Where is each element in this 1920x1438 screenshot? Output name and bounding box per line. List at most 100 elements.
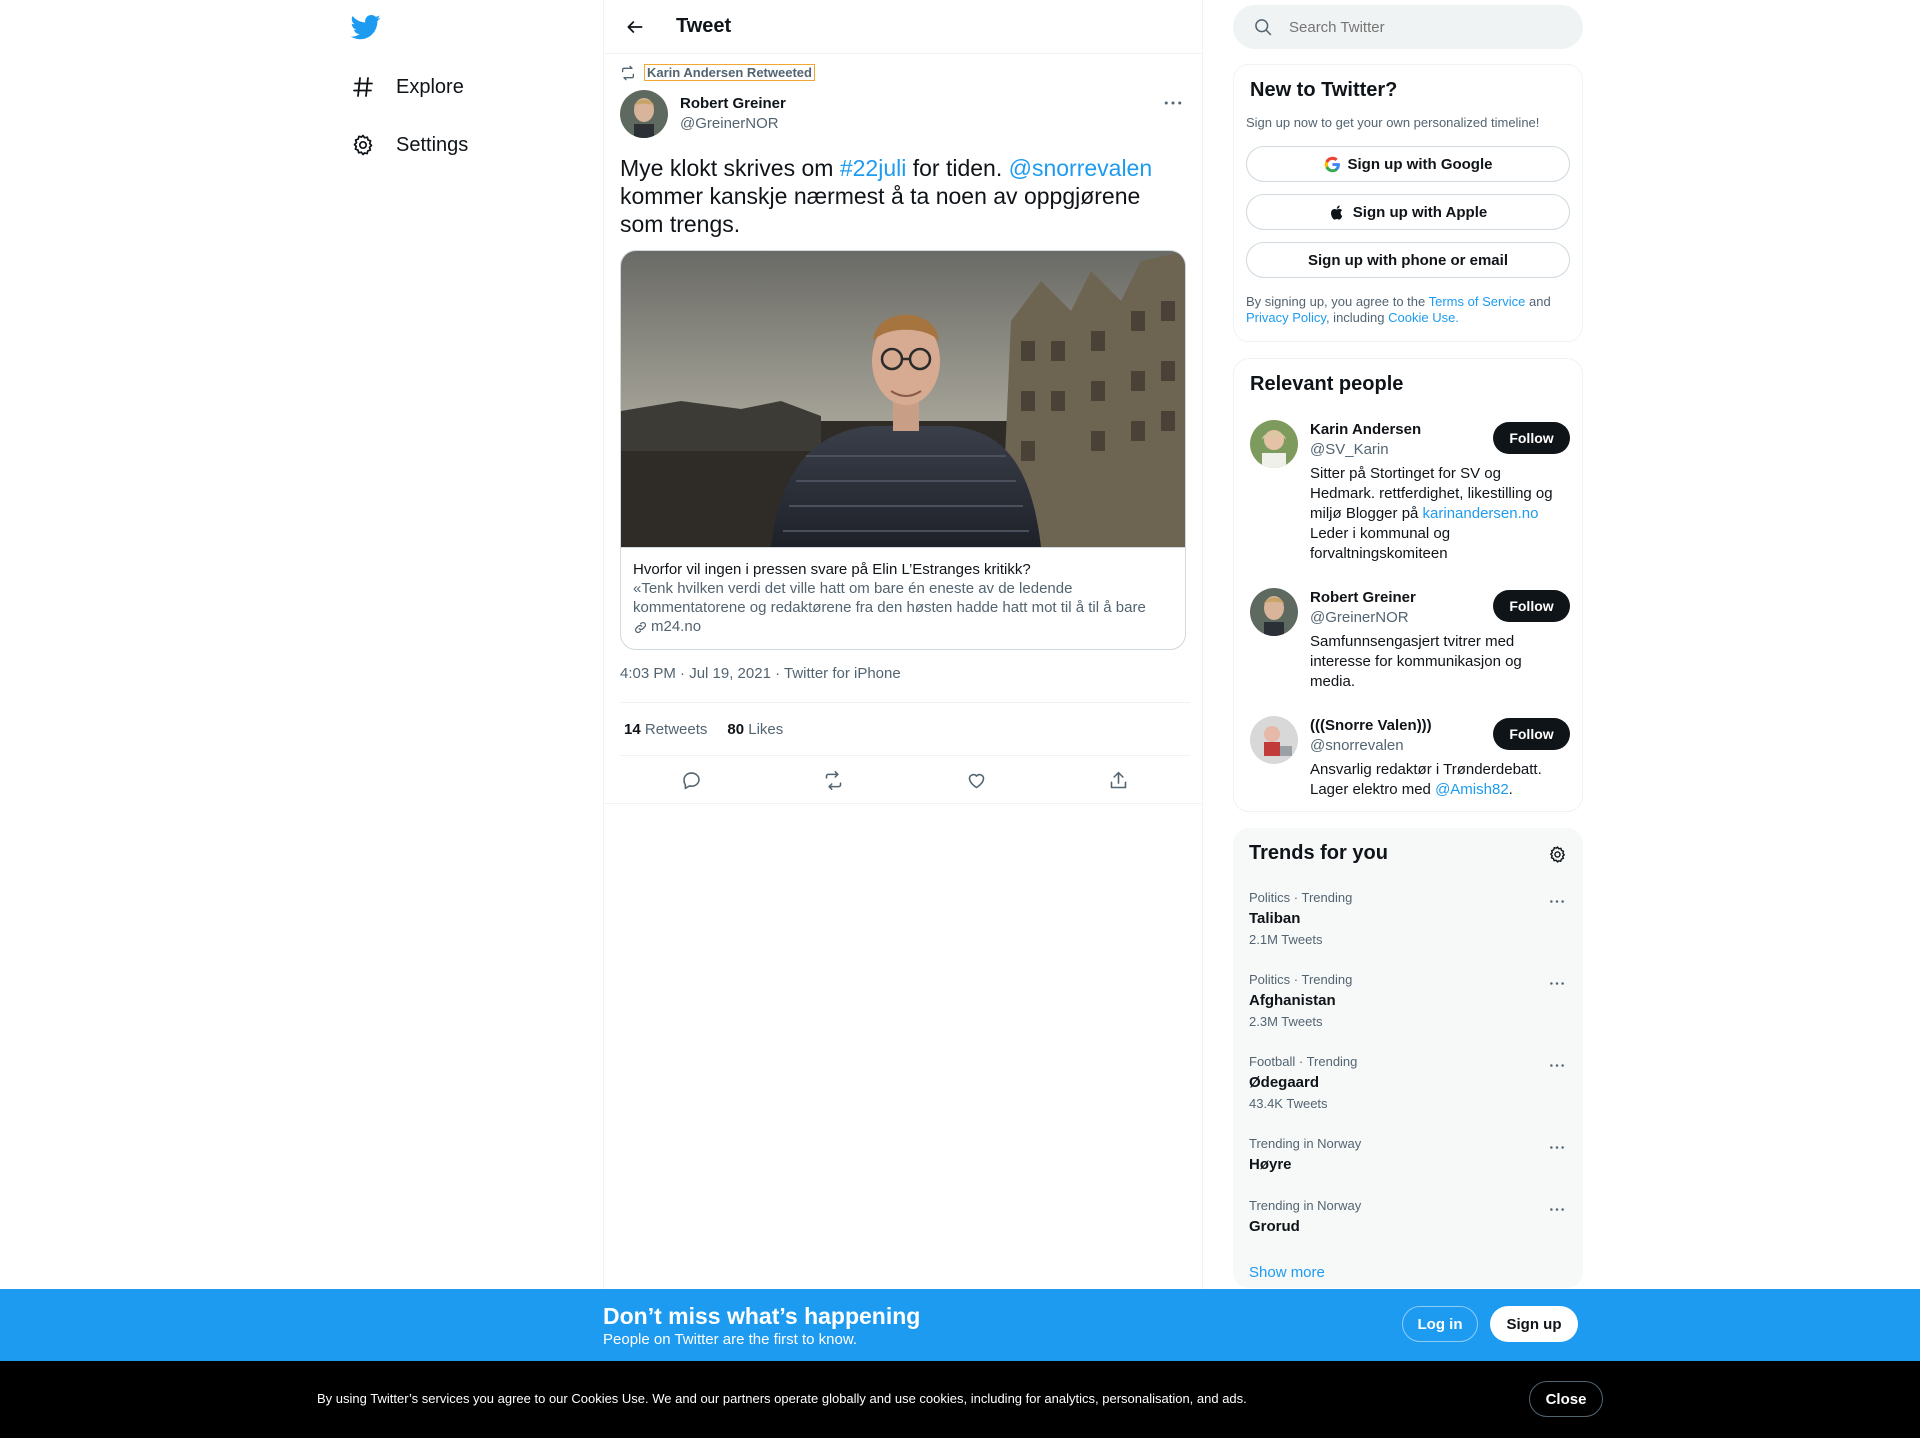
new-to-twitter-panel: New to Twitter? Sign up now to get your … bbox=[1233, 64, 1583, 342]
avatar[interactable] bbox=[620, 90, 668, 138]
trend-more-button[interactable] bbox=[1545, 1200, 1569, 1218]
follow-button[interactable]: Follow bbox=[1493, 718, 1570, 750]
show-more-link[interactable]: Show more bbox=[1249, 1264, 1325, 1281]
trend-more-button[interactable] bbox=[1545, 1056, 1569, 1074]
retweet-context: Karin Andersen Retweeted bbox=[620, 64, 815, 81]
reply-button[interactable] bbox=[674, 763, 708, 797]
follow-button[interactable]: Follow bbox=[1493, 422, 1570, 454]
signup-button[interactable]: Sign up bbox=[1490, 1306, 1578, 1342]
nav-explore[interactable]: Explore bbox=[350, 67, 464, 107]
tweet-author[interactable]: Robert Greiner @GreinerNOR bbox=[620, 90, 786, 138]
retweet-icon bbox=[622, 65, 634, 80]
tweet-text-part: Mye klokt skrives om bbox=[620, 155, 840, 181]
trends-settings-button[interactable] bbox=[1545, 842, 1569, 866]
terms-text: , including bbox=[1325, 310, 1389, 325]
login-banner-subtitle: People on Twitter are the first to know. bbox=[603, 1331, 858, 1348]
more-horizontal-icon bbox=[1550, 1145, 1564, 1149]
more-horizontal-icon bbox=[1164, 101, 1182, 105]
search-input[interactable] bbox=[1289, 18, 1549, 36]
cookie-close-button[interactable]: Close bbox=[1529, 1381, 1603, 1417]
trend-item[interactable]: Trending in Norway Grorud bbox=[1249, 1198, 1569, 1238]
back-button[interactable] bbox=[620, 12, 650, 42]
signup-google-button[interactable]: Sign up with Google bbox=[1246, 146, 1570, 182]
card-title: Hvorfor vil ingen i pressen svare på Eli… bbox=[633, 561, 1031, 578]
signup-phone-label: Sign up with phone or email bbox=[1307, 251, 1508, 269]
card-description: «Tenk hvilken verdi det ville hatt om ba… bbox=[633, 580, 1146, 616]
terms-of-service-link[interactable]: Terms of Service bbox=[1429, 294, 1526, 309]
login-button[interactable]: Log in bbox=[1402, 1306, 1478, 1342]
trends-title: Trends for you bbox=[1249, 842, 1388, 864]
signup-google-label: Sign up with Google bbox=[1347, 155, 1493, 173]
reply-icon bbox=[683, 771, 700, 789]
trend-context: Politics · Trending bbox=[1249, 890, 1353, 905]
avatar[interactable] bbox=[1250, 716, 1298, 764]
trend-item[interactable]: Politics · Trending Taliban 2.1M Tweets bbox=[1249, 890, 1569, 948]
privacy-policy-link[interactable]: Privacy Policy bbox=[1246, 310, 1326, 325]
main-column: Tweet Karin Andersen Retweeted Robert Gr… bbox=[603, 0, 1203, 1438]
signup-apple-button[interactable]: Sign up with Apple bbox=[1246, 194, 1570, 230]
more-horizontal-icon bbox=[1550, 899, 1564, 903]
hashtag-link[interactable]: #22juli bbox=[840, 155, 907, 181]
trend-name: Grorud bbox=[1249, 1218, 1300, 1235]
more-options-button[interactable] bbox=[1158, 92, 1188, 114]
trend-name: Ødegaard bbox=[1249, 1074, 1320, 1091]
trend-more-button[interactable] bbox=[1545, 892, 1569, 910]
trend-count: 43.4K Tweets bbox=[1249, 1096, 1328, 1111]
more-horizontal-icon bbox=[1550, 1063, 1564, 1067]
nav-settings[interactable]: Settings bbox=[350, 125, 468, 165]
trend-item[interactable]: Trending in Norway Høyre bbox=[1249, 1136, 1569, 1176]
link-card[interactable]: Hvorfor vil ingen i pressen svare på Eli… bbox=[620, 250, 1186, 650]
more-horizontal-icon bbox=[1550, 981, 1564, 985]
trend-item[interactable]: Football · Trending Ødegaard 43.4K Tweet… bbox=[1249, 1054, 1569, 1112]
tweet-actions bbox=[620, 756, 1190, 804]
person-bio: Ansvarlig redaktør i Trønderdebatt. Lage… bbox=[1310, 760, 1560, 800]
person-bio: Sitter på Stortinget for SV og Hedmark. … bbox=[1310, 464, 1560, 564]
heart-icon bbox=[968, 773, 985, 788]
terms-text: By signing up, you agree to the bbox=[1246, 294, 1429, 309]
bio-text: Leder i kommunal og forvaltningskomiteen bbox=[1310, 525, 1451, 562]
search-bar[interactable] bbox=[1233, 5, 1583, 49]
author-handle[interactable]: @GreinerNOR bbox=[680, 114, 786, 134]
mention-link[interactable]: @snorrevalen bbox=[1009, 155, 1153, 181]
likes-count: 80 bbox=[727, 720, 745, 738]
tweet-text: Mye klokt skrives om #22juli for tiden. … bbox=[620, 154, 1190, 238]
retweets-count: 14 bbox=[624, 720, 641, 738]
bio-link[interactable]: karinandersen.no bbox=[1423, 505, 1539, 522]
trend-item[interactable]: Politics · Trending Afghanistan 2.3M Twe… bbox=[1249, 972, 1569, 1030]
follow-button[interactable]: Follow bbox=[1493, 590, 1570, 622]
gear-icon bbox=[1549, 845, 1565, 863]
search-icon bbox=[1255, 19, 1272, 36]
apple-icon bbox=[1329, 203, 1347, 221]
bio-text: . bbox=[1508, 781, 1513, 798]
relevant-people-title: Relevant people bbox=[1250, 373, 1404, 395]
card-domain-text: m24.no bbox=[651, 618, 702, 635]
trend-context: Football · Trending bbox=[1249, 1054, 1358, 1069]
terms-text: and bbox=[1525, 294, 1551, 309]
author-name[interactable]: Robert Greiner bbox=[680, 94, 786, 114]
nav-explore-label: Explore bbox=[396, 75, 464, 98]
trend-more-button[interactable] bbox=[1545, 974, 1569, 992]
like-button[interactable] bbox=[959, 763, 993, 797]
trend-more-button[interactable] bbox=[1545, 1138, 1569, 1156]
page-title: Tweet bbox=[676, 15, 732, 37]
retweet-button[interactable] bbox=[817, 763, 851, 797]
cookie-use-link[interactable]: Cookie Use. bbox=[1388, 310, 1459, 325]
login-banner-title: Don’t miss what’s happening bbox=[603, 1303, 921, 1329]
share-button[interactable] bbox=[1102, 763, 1136, 797]
likes-stat[interactable]: 80 Likes bbox=[727, 721, 783, 738]
new-to-twitter-subtitle: Sign up now to get your own personalized… bbox=[1246, 115, 1540, 130]
avatar[interactable] bbox=[1250, 420, 1298, 468]
signup-apple-label: Sign up with Apple bbox=[1352, 203, 1488, 221]
likes-label: Likes bbox=[744, 720, 784, 738]
avatar[interactable] bbox=[1250, 588, 1298, 636]
tweet-timestamp[interactable]: 4:03 PM · Jul 19, 2021 · Twitter for iPh… bbox=[620, 665, 901, 682]
trend-context: Trending in Norway bbox=[1249, 1136, 1362, 1151]
retweeted-by-link[interactable]: Karin Andersen Retweeted bbox=[644, 64, 815, 81]
signup-phone-button[interactable]: Sign up with phone or email bbox=[1246, 242, 1570, 278]
gear-icon bbox=[350, 132, 376, 158]
retweets-stat[interactable]: 14 Retweets bbox=[624, 721, 707, 738]
hashtag-icon bbox=[350, 74, 376, 100]
twitter-bird-icon[interactable] bbox=[350, 12, 381, 42]
bio-link[interactable]: @Amish82 bbox=[1435, 781, 1509, 798]
arrow-left-icon bbox=[627, 21, 643, 33]
